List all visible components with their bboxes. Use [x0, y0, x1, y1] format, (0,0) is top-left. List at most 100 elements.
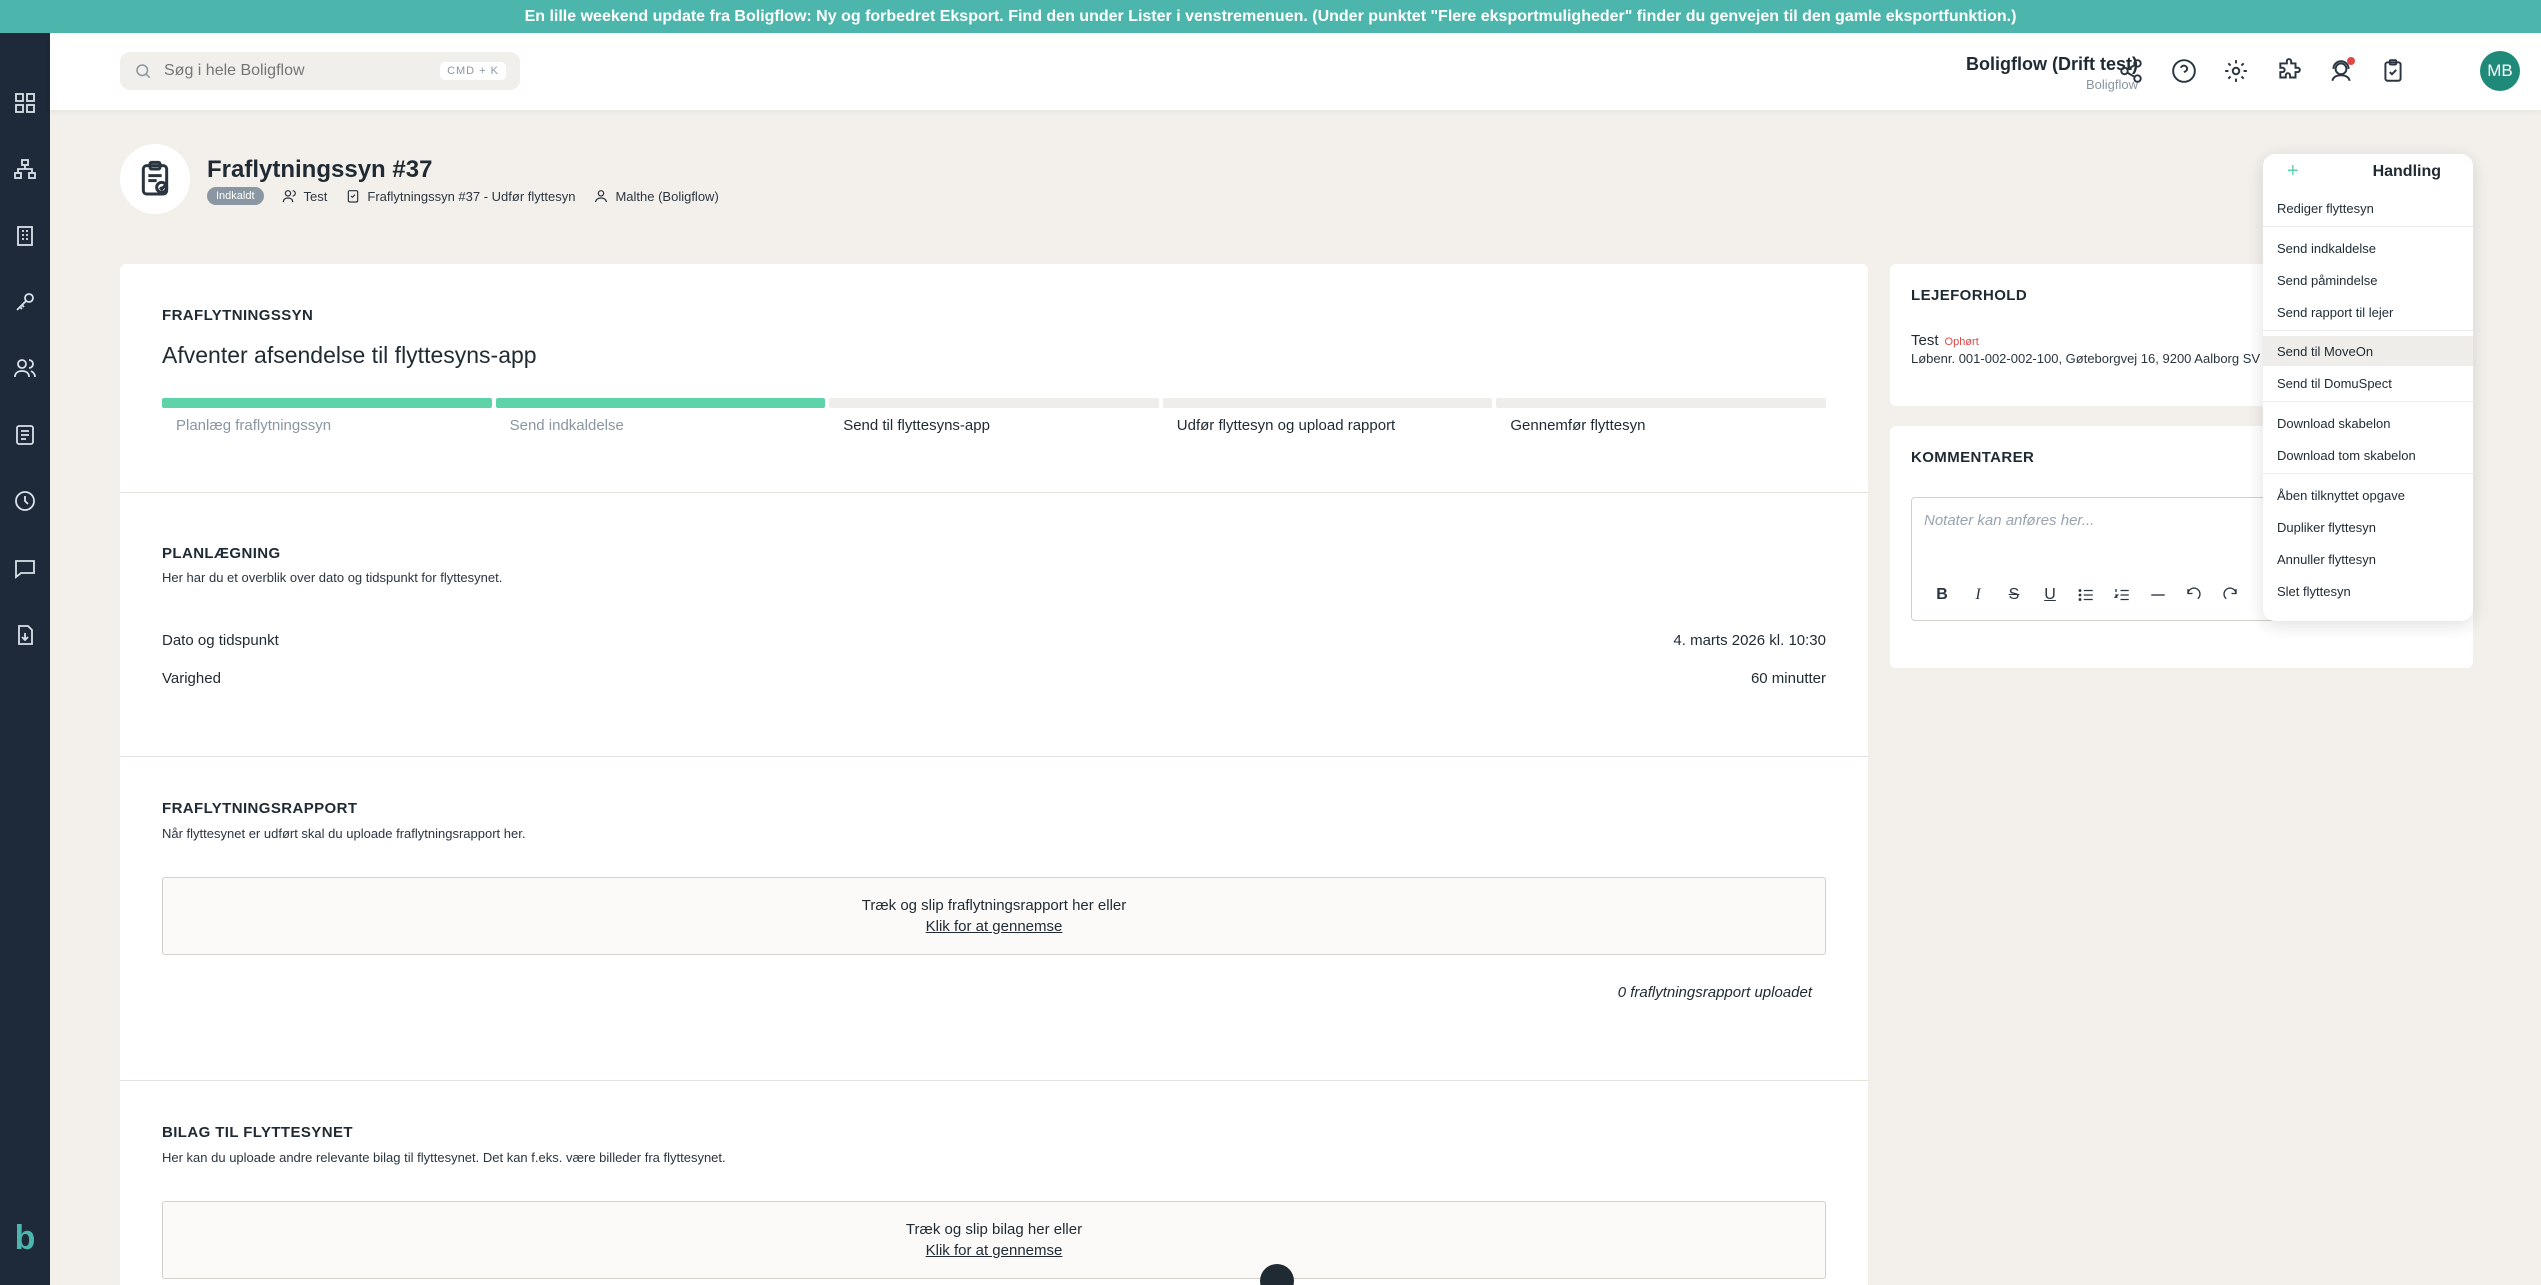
status-section: FRAFLYTNINGSSYN Afventer afsendelse til …	[120, 264, 1868, 493]
user-avatar[interactable]: MB	[2480, 51, 2520, 91]
report-desc: Når flyttesynet er udført skal du upload…	[162, 826, 526, 841]
building-icon[interactable]	[11, 222, 39, 250]
step-label: Udfør flyttesyn og upload rapport	[1176, 417, 1396, 434]
menu-item-cancel[interactable]: Annuller flyttesyn	[2263, 544, 2473, 574]
bullet-list-icon[interactable]	[2068, 582, 2104, 608]
help-icon[interactable]	[2166, 53, 2202, 89]
settings-gear-icon[interactable]	[2218, 53, 2254, 89]
duration-row: Varighed 60 minutter	[162, 670, 1826, 687]
comments-title: KOMMENTARER	[1911, 449, 2035, 466]
attachments-desc: Her kan du uploade andre relevante bilag…	[162, 1150, 726, 1165]
menu-item-download-empty-template[interactable]: Download tom skabelon	[2263, 440, 2473, 470]
progress-step: Udfør flyttesyn og upload rapport	[1162, 398, 1493, 434]
users-icon[interactable]	[11, 354, 39, 382]
document-list-icon[interactable]	[11, 421, 39, 449]
planning-desc: Her har du et overblik over dato og tids…	[162, 570, 503, 585]
search-input[interactable]	[164, 62, 424, 80]
progress-step: Send til flyttesyns-app	[829, 398, 1159, 434]
menu-divider	[2263, 226, 2473, 227]
step-label: Send til flyttesyns-app	[843, 417, 990, 434]
search-icon	[136, 64, 151, 79]
topbar: CMD + K Boligflow (Drift test) Boligflow…	[50, 33, 2541, 110]
attachments-drop-text: Træk og slip bilag her eller	[905, 1221, 1083, 1238]
progress-step: Gennemfør flyttesyn	[1496, 398, 1826, 434]
attachments-title: BILAG TIL FLYTTESYNET	[162, 1124, 353, 1141]
inspection-main-card: FRAFLYTNINGSSYN Afventer afsendelse til …	[120, 264, 1868, 1285]
chat-icon[interactable]	[11, 554, 39, 582]
search-shortcut: CMD + K	[440, 62, 506, 80]
report-browse-link[interactable]: Klik for at gennemse	[163, 918, 1825, 935]
undo-icon[interactable]	[2176, 582, 2212, 608]
support-agent-icon[interactable]	[2323, 53, 2359, 89]
step-label: Planlæg fraflytningssyn	[176, 417, 332, 434]
date-label: Dato og tidspunkt	[162, 632, 279, 649]
menu-item-download-template[interactable]: Download skabelon	[2263, 408, 2473, 438]
status-section-title: FRAFLYTNINGSSYN	[162, 307, 314, 324]
global-search[interactable]: CMD + K	[120, 52, 520, 90]
inspection-status: Afventer afsendelse til flyttesyns-app	[162, 342, 537, 368]
step-bar	[829, 398, 1159, 408]
meta-task[interactable]: Fraflytningssyn #37 - Udfør flyttesyn	[345, 188, 575, 204]
tenant-name: Test	[1911, 332, 1939, 349]
clipboard-check-icon[interactable]	[2375, 53, 2411, 89]
tenant-name-row[interactable]: Test Ophørt	[1911, 332, 1979, 349]
tenant-status: Ophørt	[1944, 336, 1979, 348]
update-banner: En lille weekend update fra Boligflow: N…	[0, 0, 2541, 33]
step-bar	[495, 398, 826, 408]
menu-item-edit[interactable]: Rediger flyttesyn	[2263, 193, 2473, 223]
step-bar	[162, 398, 492, 408]
menu-item-send-report[interactable]: Send rapport til lejer	[2263, 297, 2473, 327]
menu-item-send-reminder[interactable]: Send påmindelse	[2263, 265, 2473, 295]
clock-icon[interactable]	[11, 487, 39, 515]
menu-item-send-invitation[interactable]: Send indkaldelse	[2263, 233, 2473, 263]
step-bar	[1496, 398, 1826, 408]
date-row: Dato og tidspunkt 4. marts 2026 kl. 10:3…	[162, 632, 1826, 649]
menu-divider	[2263, 401, 2473, 402]
menu-item-send-domuspect[interactable]: Send til DomuSpect	[2263, 368, 2473, 398]
menu-divider	[2263, 330, 2473, 331]
italic-icon[interactable]: I	[1960, 582, 1996, 608]
dashboard-icon[interactable]	[11, 89, 39, 117]
bold-icon[interactable]: B	[1924, 582, 1960, 608]
ordered-list-icon[interactable]	[2104, 582, 2140, 608]
boligflow-logo[interactable]: b	[10, 1221, 40, 1255]
sidebar: b	[0, 0, 50, 1285]
duration-value: 60 minutter	[1750, 670, 1826, 687]
menu-item-open-task[interactable]: Åben tilknyttet opgave	[2263, 480, 2473, 510]
notification-dot	[2347, 57, 2355, 65]
strikethrough-icon[interactable]: S	[1996, 582, 2032, 608]
key-icon[interactable]	[11, 288, 39, 316]
editor-toolbar: B I S U	[1924, 582, 2248, 608]
share-icon[interactable]	[2113, 53, 2149, 89]
status-badge: Indkaldt	[207, 187, 264, 205]
attachments-browse-link[interactable]: Klik for at gennemse	[163, 1242, 1825, 1259]
duration-label: Varighed	[162, 670, 221, 687]
users-icon	[282, 190, 296, 203]
org-chart-icon[interactable]	[11, 155, 39, 183]
meta-owner-label: Malthe (Boligflow)	[615, 188, 719, 204]
meta-person[interactable]: Test	[282, 188, 328, 204]
horizontal-rule-icon[interactable]	[2140, 582, 2176, 608]
step-label: Gennemfør flyttesyn	[1510, 417, 1646, 434]
menu-item-send-moveon[interactable]: Send til MoveOn	[2263, 336, 2473, 366]
menu-item-delete[interactable]: Slet flyttesyn	[2263, 576, 2473, 606]
menu-item-duplicate[interactable]: Dupliker flyttesyn	[2263, 512, 2473, 542]
report-section: FRAFLYTNINGSRAPPORT Når flyttesynet er u…	[120, 757, 1868, 1081]
planning-title: PLANLÆGNING	[162, 545, 281, 562]
meta-owner[interactable]: Malthe (Boligflow)	[593, 188, 719, 204]
report-title: FRAFLYTNINGSRAPPORT	[162, 800, 358, 817]
tenancy-title: LEJEFORHOLD	[1911, 287, 2028, 304]
attachments-dropzone[interactable]: Træk og slip bilag her eller Klik for at…	[162, 1201, 1826, 1279]
puzzle-icon[interactable]	[2271, 53, 2307, 89]
step-label: Send indkaldelse	[509, 417, 624, 434]
progress-step: Send indkaldelse	[495, 398, 826, 434]
meta-person-label: Test	[303, 188, 328, 204]
action-menu-label: Handling	[2372, 163, 2441, 180]
action-menu-header[interactable]: + Handling	[2263, 154, 2473, 190]
step-bar	[1162, 398, 1493, 408]
file-download-icon[interactable]	[11, 621, 39, 649]
report-dropzone[interactable]: Træk og slip fraflytningsrapport her ell…	[162, 877, 1826, 955]
redo-icon[interactable]	[2212, 582, 2248, 608]
inspection-clipboard-icon	[120, 144, 190, 214]
underline-icon[interactable]: U	[2032, 582, 2068, 608]
